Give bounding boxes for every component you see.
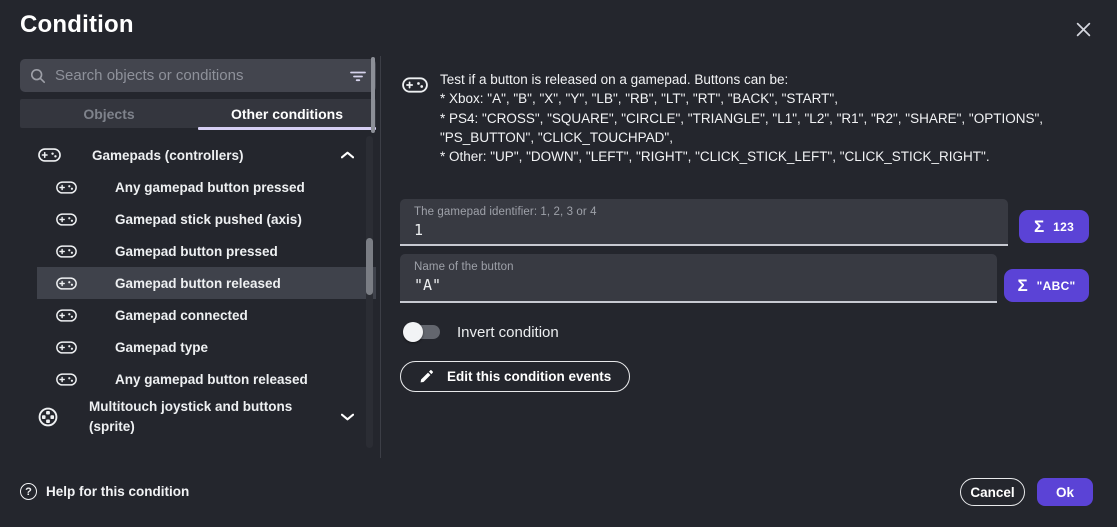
panel-divider xyxy=(380,56,381,458)
list-item-gamepad-type[interactable]: Gamepad type xyxy=(20,331,376,363)
tab-other-conditions[interactable]: Other conditions xyxy=(198,99,376,128)
cancel-button[interactable]: Cancel xyxy=(960,478,1025,506)
invert-condition-toggle[interactable] xyxy=(403,322,440,342)
help-link[interactable]: ? Help for this condition xyxy=(20,482,189,501)
expression-type-label: 123 xyxy=(1053,220,1074,234)
search-box[interactable] xyxy=(20,59,376,92)
list-item-gamepad-button-pressed[interactable]: Gamepad button pressed xyxy=(20,235,376,267)
sigma-icon: Σ xyxy=(1034,217,1044,237)
list-group-gamepads[interactable]: Gamepads (controllers) xyxy=(20,139,376,171)
gamepad-icon xyxy=(56,212,77,227)
chevron-up-icon[interactable] xyxy=(341,151,354,159)
ok-button[interactable]: Ok xyxy=(1037,478,1093,506)
search-input[interactable] xyxy=(55,67,350,84)
help-icon: ? xyxy=(20,483,37,500)
close-button[interactable] xyxy=(1071,17,1095,41)
invert-condition-label: Invert condition xyxy=(457,324,559,341)
list-scrollbar-thumb[interactable] xyxy=(366,238,373,295)
gamepad-icon xyxy=(56,276,77,291)
panel-scrollbar-thumb[interactable] xyxy=(371,57,375,133)
button-name-input[interactable] xyxy=(414,276,983,294)
list-item-label: Gamepad stick pushed (axis) xyxy=(115,212,302,227)
gamepad-icon xyxy=(56,180,77,195)
list-item-gamepad-button-released[interactable]: Gamepad button released xyxy=(37,267,376,299)
list-item-any-gamepad-button-pressed[interactable]: Any gamepad button pressed xyxy=(20,171,376,203)
list-item-label: Any gamepad button pressed xyxy=(115,180,305,195)
edit-button-label: Edit this condition events xyxy=(447,369,611,384)
toggle-knob xyxy=(403,322,423,342)
gamepad-icon xyxy=(56,340,77,355)
help-label: Help for this condition xyxy=(46,484,189,499)
sigma-icon: Σ xyxy=(1017,276,1027,296)
invert-condition-row: Invert condition xyxy=(403,321,559,343)
list-group-label: Multitouch joystick and buttons (sprite) xyxy=(89,397,304,436)
gamepad-icon xyxy=(56,308,77,323)
list-group-label: Gamepads (controllers) xyxy=(92,148,244,163)
chevron-down-icon[interactable] xyxy=(341,413,354,421)
list-item-gamepad-connected[interactable]: Gamepad connected xyxy=(20,299,376,331)
list-item-label: Gamepad type xyxy=(115,340,208,355)
filter-icon[interactable] xyxy=(350,70,366,82)
field-label: The gamepad identifier: 1, 2, 3 or 4 xyxy=(414,206,994,218)
list-group-multitouch[interactable]: Multitouch joystick and buttons (sprite) xyxy=(20,395,376,439)
list-item-gamepad-stick-pushed[interactable]: Gamepad stick pushed (axis) xyxy=(20,203,376,235)
gamepad-identifier-input[interactable] xyxy=(414,221,994,239)
gamepad-icon xyxy=(56,372,77,387)
close-icon xyxy=(1076,22,1091,37)
condition-description: Test if a button is released on a gamepa… xyxy=(440,70,1100,166)
dialog-title: Condition xyxy=(20,11,134,39)
expression-builder-number-button[interactable]: Σ 123 xyxy=(1019,210,1089,243)
field-label: Name of the button xyxy=(414,261,983,273)
list-item-any-gamepad-button-released[interactable]: Any gamepad button released xyxy=(20,363,376,395)
search-icon xyxy=(30,68,46,84)
gamepad-identifier-field[interactable]: The gamepad identifier: 1, 2, 3 or 4 xyxy=(400,199,1008,246)
expression-builder-string-button[interactable]: Σ "ABC" xyxy=(1004,269,1089,302)
pencil-icon xyxy=(419,369,434,384)
list-item-label: Any gamepad button released xyxy=(115,372,308,387)
expression-type-label: "ABC" xyxy=(1037,279,1076,293)
list-item-label: Gamepad button pressed xyxy=(115,244,278,259)
tab-bar: Objects Other conditions xyxy=(20,99,376,128)
gamepad-icon xyxy=(38,147,61,163)
tab-objects[interactable]: Objects xyxy=(20,99,198,128)
dpad-icon xyxy=(38,407,58,427)
gamepad-icon xyxy=(402,76,428,94)
list-item-label-selected: Gamepad button released xyxy=(115,276,281,291)
button-name-field[interactable]: Name of the button xyxy=(400,254,997,303)
list-item-label: Gamepad connected xyxy=(115,308,248,323)
gamepad-icon xyxy=(56,244,77,259)
edit-condition-events-button[interactable]: Edit this condition events xyxy=(400,361,630,392)
conditions-list: Gamepads (controllers) Any gamepad butto… xyxy=(20,139,376,439)
